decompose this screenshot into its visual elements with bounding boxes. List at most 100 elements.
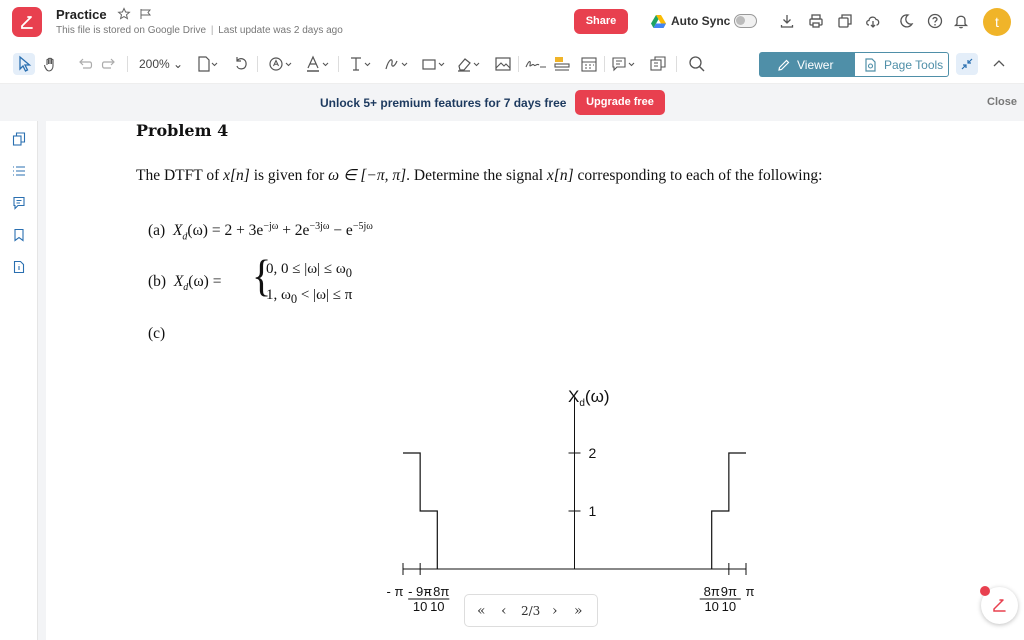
zoom-dropdown[interactable]: 200% ⌄ [139, 57, 183, 71]
series-line-left [403, 452, 438, 569]
help-icon[interactable] [927, 13, 943, 29]
text-color-icon[interactable] [305, 55, 331, 73]
intro-text-c: . Determine the signal [406, 167, 547, 184]
part-a-exponent-2: −3jω [309, 221, 330, 232]
cloud-download-icon[interactable] [865, 13, 881, 29]
app-header: Practice This file is stored on Google D… [0, 0, 1024, 44]
user-avatar[interactable]: t [983, 8, 1011, 36]
page-setup-icon[interactable] [197, 55, 219, 73]
part-a-eq: (ω) = 2 + 3e [187, 222, 264, 240]
page-tools-button[interactable]: Page Tools [854, 52, 949, 77]
search-icon[interactable] [688, 55, 706, 73]
part-a-label: (a) [148, 222, 166, 240]
image-icon[interactable] [494, 55, 512, 73]
comment-note-icon[interactable] [611, 55, 639, 73]
part-a-equation: (a) Xd(ω) = 2 + 3e−jω + 2e−3jω − e−5jω [148, 221, 373, 242]
last-page-button[interactable]: » [574, 603, 583, 619]
frequency-domain: ω ∈ [−π, π] [328, 167, 407, 184]
pen-logo-icon [21, 16, 33, 29]
part-b-label: (b) [148, 273, 167, 290]
stamp-icon[interactable] [268, 55, 294, 73]
star-icon[interactable] [117, 7, 131, 21]
autosync-toggle[interactable] [734, 14, 757, 28]
problem-title: Problem 4 [136, 121, 229, 140]
upgrade-button[interactable]: Upgrade free [575, 90, 665, 115]
pencil-icon [778, 59, 790, 71]
comments-icon[interactable] [12, 196, 26, 210]
eraser-icon[interactable] [456, 55, 484, 73]
collapse-arrows-icon [961, 58, 973, 70]
part-c-label: (c) [148, 325, 166, 342]
banner-close-button[interactable]: Close [987, 96, 1017, 108]
x-tick-label-denominator: 10 [704, 599, 718, 611]
toggle-knob [736, 16, 745, 25]
divider [338, 56, 339, 72]
part-b-eq: (ω) = [188, 273, 222, 290]
divider [518, 56, 519, 72]
fullscreen-collapse-button[interactable] [956, 53, 978, 75]
move-file-icon[interactable] [139, 7, 153, 21]
part-a-lhs: X [172, 222, 183, 240]
share-button[interactable]: Share [574, 9, 628, 34]
pen-logo-icon [993, 599, 1006, 612]
undo-icon[interactable] [77, 55, 93, 73]
bookmark-icon[interactable] [12, 228, 26, 242]
document-title[interactable]: Practice [56, 7, 107, 22]
hand-pan-icon[interactable] [43, 55, 59, 73]
intro-text-a: The DTFT of [136, 167, 224, 184]
notification-dot [980, 586, 990, 596]
x-tick-label-denominator: 10 [722, 599, 736, 611]
dark-mode-icon[interactable] [898, 13, 914, 29]
first-page-button[interactable]: « [477, 603, 486, 619]
y-tick-label: 1 [589, 503, 597, 519]
intro-text-d: corresponding to each of the following: [573, 167, 823, 184]
page-tools-icon [865, 58, 876, 72]
separator: | [210, 25, 214, 36]
form-field-icon[interactable] [553, 55, 571, 73]
page-tools-label: Page Tools [884, 58, 944, 72]
app-logo[interactable] [12, 7, 42, 37]
viewer-mode-button[interactable]: Viewer [759, 52, 854, 77]
rotate-icon[interactable] [233, 55, 249, 73]
signature-icon[interactable] [525, 55, 547, 73]
text-box-icon[interactable] [649, 55, 667, 73]
premium-banner: Unlock 5+ premium features for 7 days fr… [0, 84, 1024, 121]
select-cursor-icon[interactable] [17, 55, 33, 73]
shape-rectangle-icon[interactable] [421, 55, 449, 73]
document-info-icon[interactable] [12, 260, 26, 274]
part-a-mid: + 2e [278, 222, 310, 240]
text-tool-icon[interactable] [346, 55, 374, 73]
x-tick-label-numerator: 9π [721, 584, 737, 599]
zoom-value: 200% [139, 57, 170, 71]
series-line-right [711, 452, 746, 569]
draw-pen-icon[interactable] [384, 55, 412, 73]
y-label-tail: (ω) [585, 387, 610, 406]
y-label-main: X [568, 387, 579, 406]
chevron-up-icon[interactable] [992, 55, 1006, 73]
last-update-text: Last update was 2 days ago [218, 25, 343, 36]
pages-icon[interactable] [12, 132, 26, 146]
outline-icon[interactable] [12, 164, 26, 178]
x-tick-label: π [746, 584, 755, 599]
case-2-tail: < |ω| ≤ π [297, 287, 353, 303]
signal-variable: x[n] [546, 167, 574, 184]
sidebar-gutter [38, 121, 46, 640]
document-subtitle: This file is stored on Google Drive | La… [56, 25, 343, 36]
dtft-plot: Xd(ω) 12- π- 9π10- 8π108π109π10π [387, 387, 755, 611]
next-page-button[interactable]: › [552, 603, 558, 619]
notifications-bell-icon[interactable] [953, 13, 969, 29]
page-indicator: 2/3 [521, 604, 541, 618]
download-icon[interactable] [779, 13, 795, 29]
left-sidebar [0, 121, 38, 640]
x-tick-label: - π [387, 584, 404, 599]
intro-text-b: is given for [249, 167, 329, 184]
redo-icon[interactable] [101, 55, 117, 73]
duplicate-icon[interactable] [837, 13, 853, 29]
calendar-date-icon[interactable] [580, 55, 598, 73]
previous-page-button[interactable]: ‹ [501, 603, 507, 619]
print-icon[interactable] [808, 13, 824, 29]
autosync-label: Auto Sync [671, 14, 731, 28]
case-2-text: 1, ω [266, 287, 291, 303]
case-1-text: 0, 0 ≤ |ω| ≤ ω [266, 261, 346, 277]
divider [257, 56, 258, 72]
